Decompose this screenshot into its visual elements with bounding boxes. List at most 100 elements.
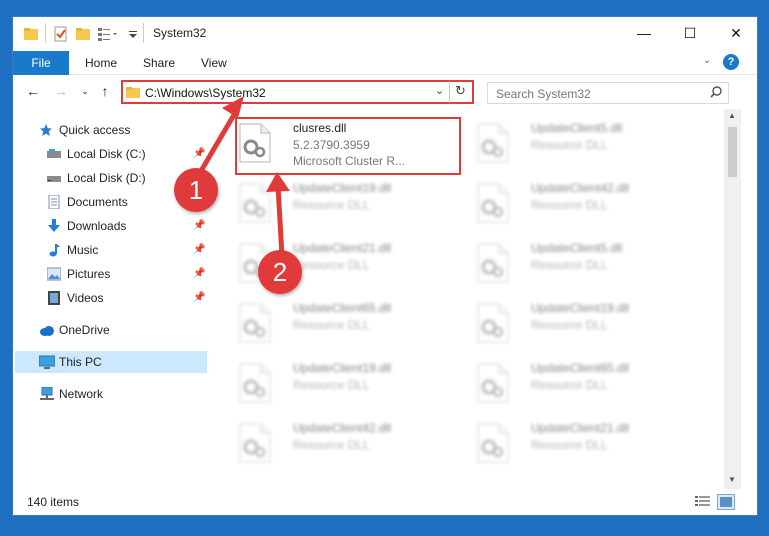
recent-locations-icon[interactable]: ⌄ [77,83,93,99]
drive-icon [47,147,61,161]
file-description: Resource DLL [293,258,370,272]
back-arrow-icon[interactable]: ← [25,83,41,99]
file-description: Resource DLL [531,438,608,452]
dll-file-icon [239,303,271,343]
view-options-icon[interactable] [97,26,119,42]
file-name: UpdateClient19.dll [531,301,630,315]
sidebar-item-onedrive[interactable]: OneDrive [13,319,209,341]
sidebar-item-label: Documents [67,195,128,209]
pin-icon[interactable]: 📌 [193,287,205,309]
file-name: UpdateClient5.dll [531,241,623,255]
pin-icon[interactable]: 📌 [193,143,205,165]
cloud-icon [39,323,54,337]
file-description: Resource DLL [531,318,608,332]
folder-icon [126,85,140,99]
sidebar-item-this-pc[interactable]: This PC [15,351,207,373]
pin-icon[interactable]: 📌 [193,215,205,237]
sidebar-item-quick-access[interactable]: Quick access [13,119,209,141]
videos-icon [47,291,61,305]
scroll-up-icon[interactable]: ▲ [728,111,736,120]
file-name: UpdateClient19.dll [293,181,392,195]
expand-ribbon-icon[interactable]: ⌄ [703,55,711,66]
star-icon [39,123,53,137]
properties-icon[interactable] [53,26,69,42]
chevron-down-icon[interactable]: ⌄ [435,84,444,97]
navigation-pane: Quick access Local Disk (C:) 📌 Local Dis… [13,109,209,489]
file-description: Resource DLL [531,258,608,272]
dll-file-icon [239,183,271,223]
dll-file-icon [477,363,509,403]
scrollbar-thumb[interactable] [728,127,737,177]
sidebar-item-label: Quick access [59,123,131,137]
divider [449,81,450,103]
file-item[interactable]: UpdateClient5.dll Resource DLL [473,117,693,173]
tiles-view-icon[interactable] [717,494,735,510]
scroll-down-icon[interactable]: ▼ [728,475,736,484]
pin-icon[interactable]: 📌 [193,239,205,261]
new-folder-icon[interactable] [75,26,91,42]
file-name: UpdateClient42.dll [293,421,392,435]
file-item[interactable]: UpdateClient19.dll Resource DLL [235,357,455,413]
sidebar-item-downloads[interactable]: Downloads 📌 [13,215,209,237]
search-icon[interactable] [710,86,722,98]
tab-share[interactable]: Share [143,51,175,75]
file-description: Resource DLL [531,378,608,392]
file-name: UpdateClient21.dll [531,421,630,435]
address-bar[interactable]: C:\Windows\System32 ⌄ ↻ [121,80,474,104]
file-item[interactable]: UpdateClient5.dll Resource DLL [473,237,693,293]
drive-icon [47,171,61,185]
tab-home[interactable]: Home [85,51,117,75]
search-input[interactable]: Search System32 [487,82,729,104]
dll-file-icon [239,363,271,403]
sidebar-item-videos[interactable]: Videos 📌 [13,287,209,309]
music-icon [47,243,61,257]
file-item[interactable]: UpdateClient42.dll Resource DLL [473,177,693,233]
pin-icon[interactable]: 📌 [193,263,205,285]
sidebar-item-music[interactable]: Music 📌 [13,239,209,261]
download-icon [47,219,61,233]
sidebar-item-pictures[interactable]: Pictures 📌 [13,263,209,285]
sidebar-item-label: Local Disk (D:) [67,171,146,185]
file-item[interactable]: UpdateClient65.dll Resource DLL [235,297,455,353]
file-description: Resource DLL [531,138,608,152]
file-explorer-window: System32 — ☐ ✕ File Home Share View ⌄ ? … [12,16,758,516]
maximize-button[interactable]: ☐ [667,17,713,49]
customize-toolbar-icon[interactable] [127,26,139,42]
tab-view[interactable]: View [201,51,227,75]
status-bar: 140 items [13,491,757,515]
file-item[interactable]: UpdateClient65.dll Resource DLL [473,357,693,413]
file-name: UpdateClient42.dll [531,181,630,195]
title-bar: System32 — ☐ ✕ [13,17,757,49]
sidebar-item-label: Network [59,387,104,401]
refresh-icon[interactable]: ↻ [455,83,466,99]
dll-file-icon [477,123,509,163]
forward-arrow-icon[interactable]: → [53,83,69,99]
file-item[interactable]: UpdateClient21.dll Resource DLL [473,417,693,473]
highlight-box [235,117,461,175]
tab-file[interactable]: File [13,51,69,75]
file-name: UpdateClient21.dll [293,241,392,255]
computer-icon [39,355,55,369]
help-icon[interactable]: ? [723,54,739,70]
details-view-icon[interactable] [695,495,711,509]
minimize-button[interactable]: — [621,17,667,49]
dll-file-icon [477,183,509,223]
close-button[interactable]: ✕ [713,17,759,49]
sidebar-item-label: Videos [67,291,104,305]
file-description: Resource DLL [293,318,370,332]
sidebar-item-network[interactable]: Network [13,383,209,405]
address-path[interactable]: C:\Windows\System32 [145,86,266,100]
up-arrow-icon[interactable]: ↑ [97,83,113,99]
vertical-scrollbar[interactable]: ▲ ▼ [724,109,741,489]
dll-file-icon [239,423,271,463]
file-name: UpdateClient65.dll [293,301,392,315]
ribbon: File Home Share View ⌄ ? [13,49,757,75]
file-description: Resource DLL [293,378,370,392]
file-item[interactable]: UpdateClient19.dll Resource DLL [473,297,693,353]
window-title: System32 [153,26,207,40]
file-item[interactable]: UpdateClient42.dll Resource DLL [235,417,455,473]
dll-file-icon [477,243,509,283]
step-2-badge: 2 [258,250,302,294]
sidebar-item-local-disk-c[interactable]: Local Disk (C:) 📌 [13,143,209,165]
file-item[interactable]: UpdateClient19.dll Resource DLL [235,177,455,233]
